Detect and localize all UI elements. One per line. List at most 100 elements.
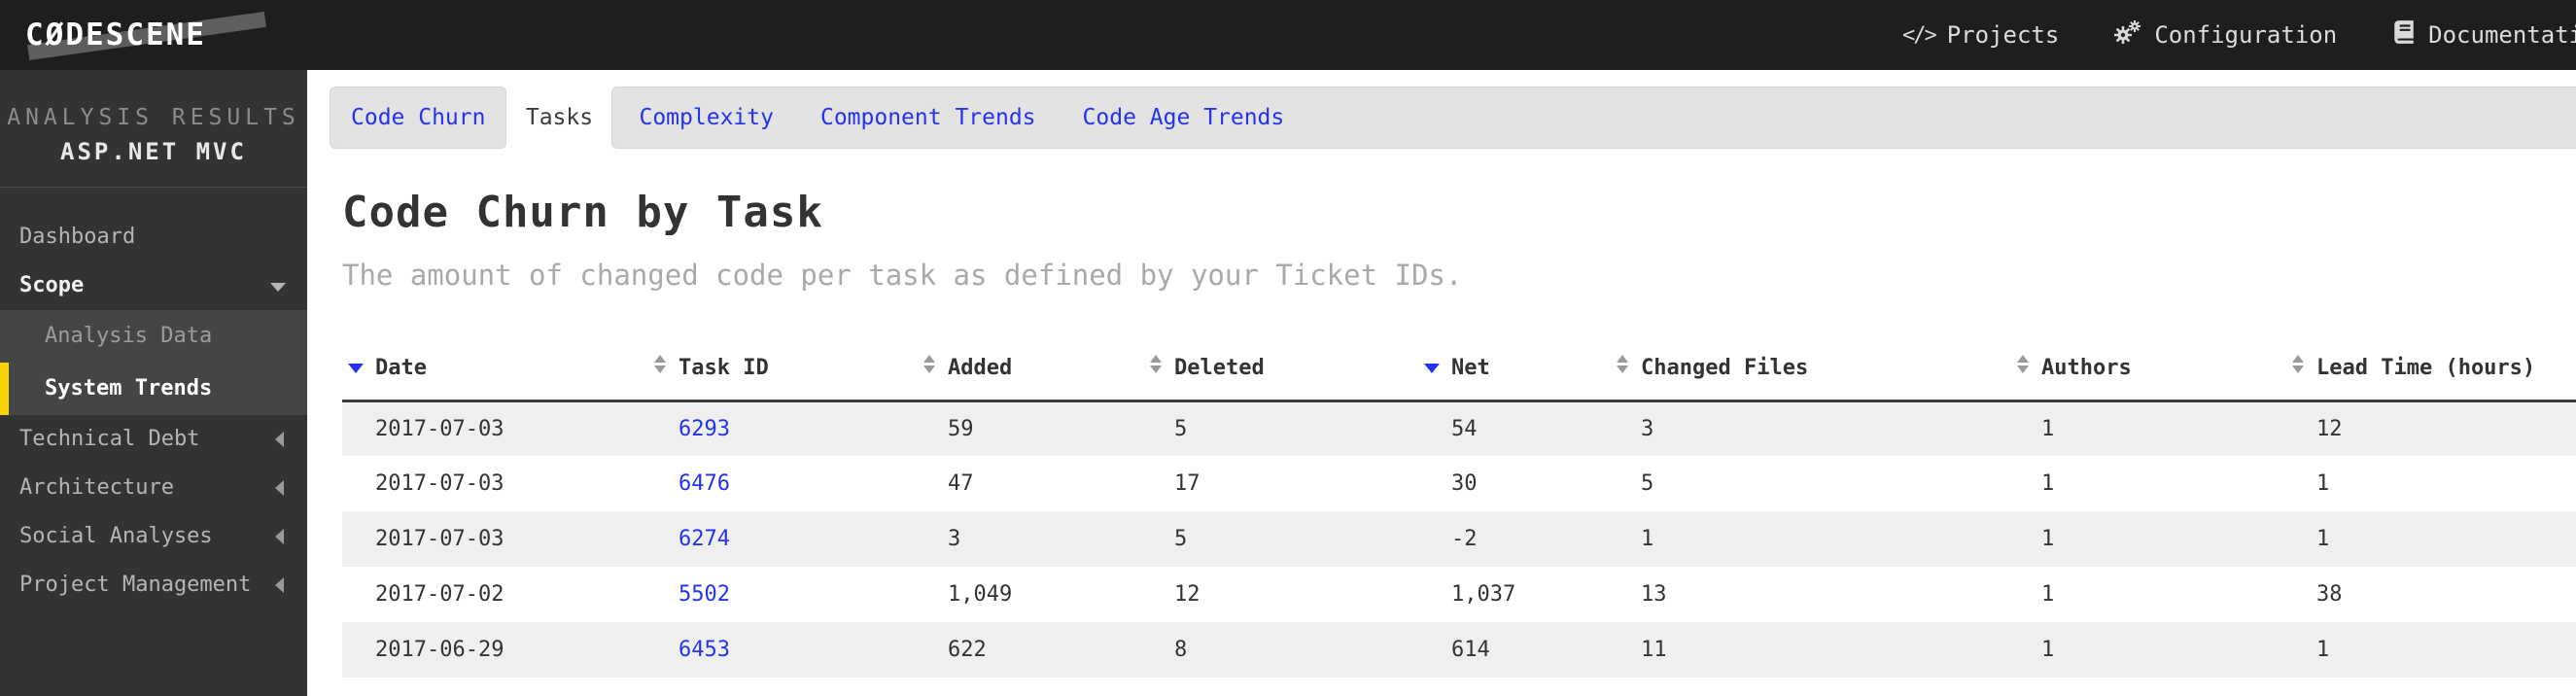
cell-added: 622	[915, 622, 1141, 678]
codescene-logo[interactable]: CØDESCENE	[25, 0, 206, 70]
tab-group-right: Complexity Component Trends Code Age Tre…	[611, 87, 2576, 149]
cell-authors: 1	[2008, 511, 2283, 567]
sidebar-header: ANALYSIS RESULTS ASP.NET MVC	[0, 70, 307, 188]
cell-changed-files: 1	[1608, 511, 2008, 567]
cell-lead-time: 1	[2283, 622, 2576, 678]
sidebar-item-system-trends[interactable]: System Trends	[0, 363, 307, 415]
column-header-task-id[interactable]: Task ID	[645, 336, 915, 400]
sort-toggle-icon	[1617, 355, 1628, 373]
cell-deleted: 12	[1141, 567, 1418, 622]
nav-projects[interactable]: </> Projects	[1902, 21, 2059, 49]
code-churn-table: Date Task ID Added Deleted	[342, 336, 2576, 678]
column-header-authors[interactable]: Authors	[2008, 336, 2283, 400]
tab-bar: Code Churn Tasks Complexity Component Tr…	[327, 87, 2576, 149]
sidebar-item-label: System Trends	[45, 376, 212, 400]
cell-added: 59	[915, 400, 1141, 456]
project-name: ASP.NET MVC	[0, 138, 307, 165]
table-row: 2017-07-02 5502 1,049 12 1,037 13 1 38	[342, 567, 2576, 622]
column-label: Changed Files	[1641, 356, 1808, 380]
sidebar-item-label: Scope	[19, 273, 84, 297]
chevron-left-icon	[275, 432, 284, 447]
cell-lead-time: 38	[2283, 567, 2576, 622]
cell-added: 3	[915, 511, 1141, 567]
book-icon	[2391, 19, 2417, 51]
nav-projects-label: Projects	[1947, 21, 2060, 49]
table-header-row: Date Task ID Added Deleted	[342, 336, 2576, 400]
task-id-link[interactable]: 5502	[679, 582, 730, 607]
tab-tasks[interactable]: Tasks	[526, 105, 593, 130]
sort-toggle-icon	[1150, 355, 1162, 373]
sort-toggle-icon	[2017, 355, 2029, 373]
cell-changed-files: 5	[1608, 456, 2008, 511]
column-label: Authors	[2041, 356, 2132, 380]
cell-lead-time: 1	[2283, 511, 2576, 567]
column-label: Net	[1451, 356, 1490, 380]
cell-date: 2017-07-03	[342, 400, 645, 456]
sidebar-item-project-management[interactable]: Project Management	[0, 561, 307, 609]
cell-net: 1,037	[1418, 567, 1608, 622]
sidebar-item-social-analyses[interactable]: Social Analyses	[0, 512, 307, 561]
cell-authors: 1	[2008, 400, 2283, 456]
cell-authors: 1	[2008, 567, 2283, 622]
column-label: Date	[375, 356, 427, 380]
cell-deleted: 8	[1141, 622, 1418, 678]
tab-code-churn[interactable]: Code Churn	[351, 105, 485, 130]
sidebar-item-label: Project Management	[19, 573, 251, 597]
main-content: Code Churn Tasks Complexity Component Tr…	[307, 70, 2576, 696]
tab-active-slot: Tasks	[506, 87, 611, 149]
chevron-left-icon	[275, 529, 284, 544]
cell-date: 2017-07-03	[342, 456, 645, 511]
cell-deleted: 5	[1141, 511, 1418, 567]
cell-authors: 1	[2008, 622, 2283, 678]
tab-component-trends[interactable]: Component Trends	[820, 105, 1036, 130]
column-header-added[interactable]: Added	[915, 336, 1141, 400]
table-row: 2017-07-03 6293 59 5 54 3 1 12	[342, 400, 2576, 456]
topbar: CØDESCENE </> Projects	[0, 0, 2576, 70]
column-header-date[interactable]: Date	[342, 336, 645, 400]
column-label: Task ID	[679, 356, 769, 380]
nav-documentation[interactable]: Documentation	[2391, 19, 2576, 51]
tab-code-age-trends[interactable]: Code Age Trends	[1083, 105, 1285, 130]
task-id-link[interactable]: 6476	[679, 471, 730, 496]
task-id-link[interactable]: 6453	[679, 638, 730, 662]
cell-net: 30	[1418, 456, 1608, 511]
column-header-net[interactable]: Net	[1418, 336, 1608, 400]
cell-deleted: 17	[1141, 456, 1418, 511]
cell-lead-time: 1	[2283, 456, 2576, 511]
cell-added: 1,049	[915, 567, 1141, 622]
chevron-left-icon	[275, 577, 284, 593]
column-header-changed-files[interactable]: Changed Files	[1608, 336, 2008, 400]
cell-changed-files: 11	[1608, 622, 2008, 678]
sidebar-item-label: Architecture	[19, 475, 174, 500]
sidebar-item-analysis-data[interactable]: Analysis Data	[0, 310, 307, 363]
table-row: 2017-07-03 6274 3 5 -2 1 1 1	[342, 511, 2576, 567]
page-subtitle: The amount of changed code per task as d…	[342, 259, 2576, 292]
cell-changed-files: 13	[1608, 567, 2008, 622]
cell-net: 614	[1418, 622, 1608, 678]
table-row: 2017-07-03 6476 47 17 30 5 1 1	[342, 456, 2576, 511]
sidebar-item-scope[interactable]: Scope	[0, 261, 307, 310]
tab-complexity[interactable]: Complexity	[639, 105, 773, 130]
cell-date: 2017-07-02	[342, 567, 645, 622]
column-header-deleted[interactable]: Deleted	[1141, 336, 1418, 400]
sidebar-item-technical-debt[interactable]: Technical Debt	[0, 415, 307, 464]
task-id-link[interactable]: 6293	[679, 417, 730, 441]
sort-toggle-icon	[923, 355, 935, 373]
cell-authors: 1	[2008, 456, 2283, 511]
cell-date: 2017-06-29	[342, 622, 645, 678]
tab-group-left: Code Churn	[330, 87, 506, 149]
sidebar-item-dashboard[interactable]: Dashboard	[0, 213, 307, 261]
cell-deleted: 5	[1141, 400, 1418, 456]
task-id-link[interactable]: 6274	[679, 527, 730, 551]
sidebar-item-architecture[interactable]: Architecture	[0, 464, 307, 512]
column-header-lead-time[interactable]: Lead Time (hours)	[2283, 336, 2576, 400]
cell-added: 47	[915, 456, 1141, 511]
sort-desc-icon	[1424, 364, 1440, 373]
cell-net: 54	[1418, 400, 1608, 456]
gears-icon	[2113, 19, 2142, 51]
nav-configuration[interactable]: Configuration	[2113, 19, 2337, 51]
sidebar-item-label: Analysis Data	[45, 324, 212, 348]
scope-submenu: Analysis Data System Trends	[0, 310, 307, 415]
page-title: Code Churn by Task	[342, 188, 2576, 237]
code-icon: </>	[1902, 23, 1935, 48]
